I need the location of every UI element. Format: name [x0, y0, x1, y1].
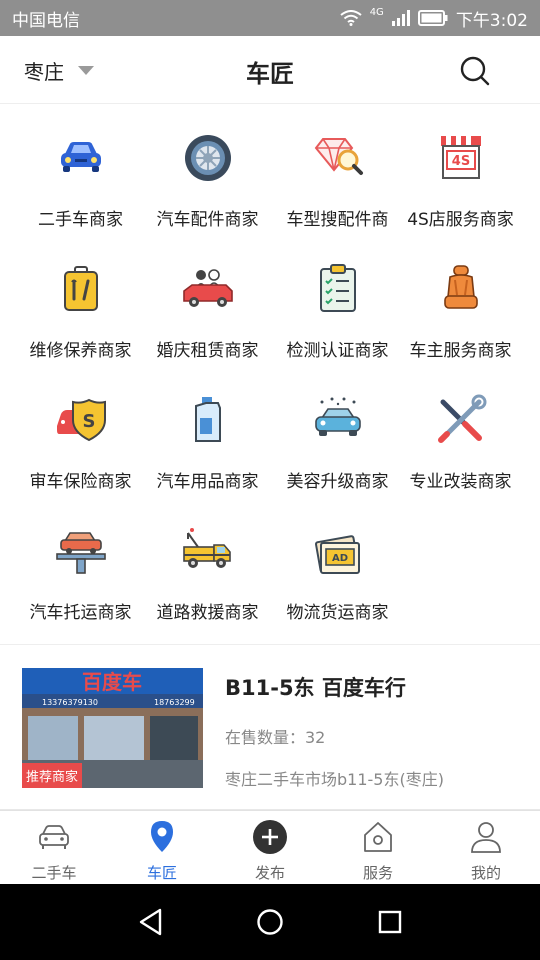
category-logistics[interactable]: AD 物流货运商家 [270, 497, 405, 628]
category-label: 婚庆租赁商家 [156, 341, 259, 361]
4s-store-icon: 4S [441, 136, 481, 179]
search-icon[interactable] [460, 56, 490, 86]
car-icon [61, 142, 101, 172]
car-seat-icon [444, 265, 478, 309]
signal-icon [391, 10, 410, 26]
wedding-car-icon [183, 269, 233, 307]
tab-used-cars[interactable]: 二手车 [0, 811, 108, 885]
category-grid: 二手车商家 汽车配件商家 车型搜配件商 4S 4S店服务商家 维修保养商家 婚庆… [0, 104, 540, 644]
category-label: 美容升级商家 [286, 472, 389, 492]
tab-label: 发布 [254, 864, 285, 882]
ad-ticket-icon: AD [315, 535, 360, 574]
app-header: 枣庄 车匠 [0, 36, 540, 104]
category-maintenance[interactable]: 维修保养商家 [13, 235, 148, 366]
category-insurance[interactable]: S 审车保险商家 [13, 366, 148, 497]
category-model-search-parts[interactable]: 车型搜配件商 [270, 104, 405, 235]
repair-kit-icon [64, 266, 98, 311]
tab-label: 我的 [470, 864, 501, 882]
svg-text:AD: AD [332, 553, 348, 564]
category-car-shipping[interactable]: 汽车托运商家 [13, 497, 148, 628]
system-nav-bar [0, 884, 540, 960]
category-label: 汽车托运商家 [29, 603, 132, 623]
merchant-name: B11-5东 百度车行 [225, 676, 406, 700]
merchant-card[interactable]: 百度车 13376379130 18763299 推荐商家 B11-5东 百度车… [0, 652, 540, 810]
category-car-supplies[interactable]: 汽车用品商家 [140, 366, 275, 497]
category-modification[interactable]: 专业改装商家 [393, 366, 528, 497]
insurance-icon: S [57, 398, 106, 442]
category-label: 车主服务商家 [409, 341, 512, 361]
back-icon[interactable] [138, 908, 164, 936]
category-used-car[interactable]: 二手车商家 [13, 104, 148, 235]
category-4s-service[interactable]: 4S 4S店服务商家 [393, 104, 528, 235]
category-label: 汽车配件商家 [156, 210, 259, 230]
diamond-search-icon [314, 138, 363, 175]
tools-icon [438, 394, 487, 443]
category-beauty-upgrade[interactable]: 美容升级商家 [270, 366, 405, 497]
network-label: 4G [369, 6, 384, 18]
checklist-icon [320, 264, 356, 312]
category-label: 审车保险商家 [29, 472, 132, 492]
category-label: 汽车用品商家 [156, 472, 259, 492]
category-auto-parts[interactable]: 汽车配件商家 [140, 104, 275, 235]
carrier-label: 中国电信 [12, 10, 80, 31]
clock-label: 下午3:02 [455, 10, 528, 31]
battery-icon [417, 10, 448, 26]
store-sign-text: 百度车 [82, 670, 142, 694]
car-lift-icon [56, 532, 106, 574]
car-wash-icon [315, 397, 361, 436]
category-label: 4S店服务商家 [407, 210, 514, 230]
merchant-photo: 百度车 13376379130 18763299 推荐商家 [22, 668, 203, 788]
category-wedding-rental[interactable]: 婚庆租赁商家 [140, 235, 275, 366]
page-title: 车匠 [246, 60, 294, 88]
category-label: 专业改装商家 [409, 472, 512, 492]
tab-mine[interactable]: 我的 [432, 811, 540, 885]
category-inspection[interactable]: 检测认证商家 [270, 235, 405, 366]
plus-circle-icon [253, 820, 287, 854]
tow-truck-icon [183, 528, 231, 568]
location-pin-icon [151, 821, 173, 852]
category-label: 检测认证商家 [286, 341, 389, 361]
category-owner-service[interactable]: 车主服务商家 [393, 235, 528, 366]
tab-chejiang[interactable]: 车匠 [108, 811, 216, 885]
recents-icon[interactable] [378, 910, 402, 934]
merchant-stock-count: 在售数量：32 [225, 728, 326, 747]
status-icons: 4G 下午3:02 [340, 6, 528, 31]
home-icon [364, 822, 392, 852]
car-outline-icon [39, 825, 69, 849]
home-button-icon[interactable] [256, 908, 284, 936]
tab-services[interactable]: 服务 [324, 811, 432, 885]
category-label: 道路救援商家 [156, 603, 259, 623]
tab-label: 二手车 [31, 864, 77, 882]
bottom-tab-bar: 二手车 车匠 发布 服务 我的 [0, 810, 540, 884]
category-label: 车型搜配件商 [286, 210, 389, 230]
tab-label: 车匠 [146, 864, 177, 882]
svg-text:S: S [83, 411, 96, 432]
section-divider [0, 644, 540, 652]
user-icon [471, 822, 501, 853]
tire-icon [185, 135, 231, 181]
svg-text:4S: 4S [452, 154, 470, 169]
category-label: 物流货运商家 [286, 603, 389, 623]
status-bar: 中国电信 4G 下午3:02 [0, 0, 540, 36]
recommended-badge: 推荐商家 [22, 763, 83, 788]
oil-bottle-icon [195, 397, 221, 442]
wifi-icon [340, 10, 362, 26]
category-label: 维修保养商家 [29, 341, 132, 361]
store-phone-a: 13376379130 [42, 698, 98, 707]
tab-label: 服务 [362, 864, 393, 882]
category-label: 二手车商家 [38, 210, 123, 230]
tab-publish[interactable]: 发布 [216, 811, 324, 885]
store-phone-b: 18763299 [154, 698, 195, 707]
merchant-address: 枣庄二手车市场b11-5东(枣庄) [225, 770, 444, 789]
category-road-rescue[interactable]: 道路救援商家 [140, 497, 275, 628]
